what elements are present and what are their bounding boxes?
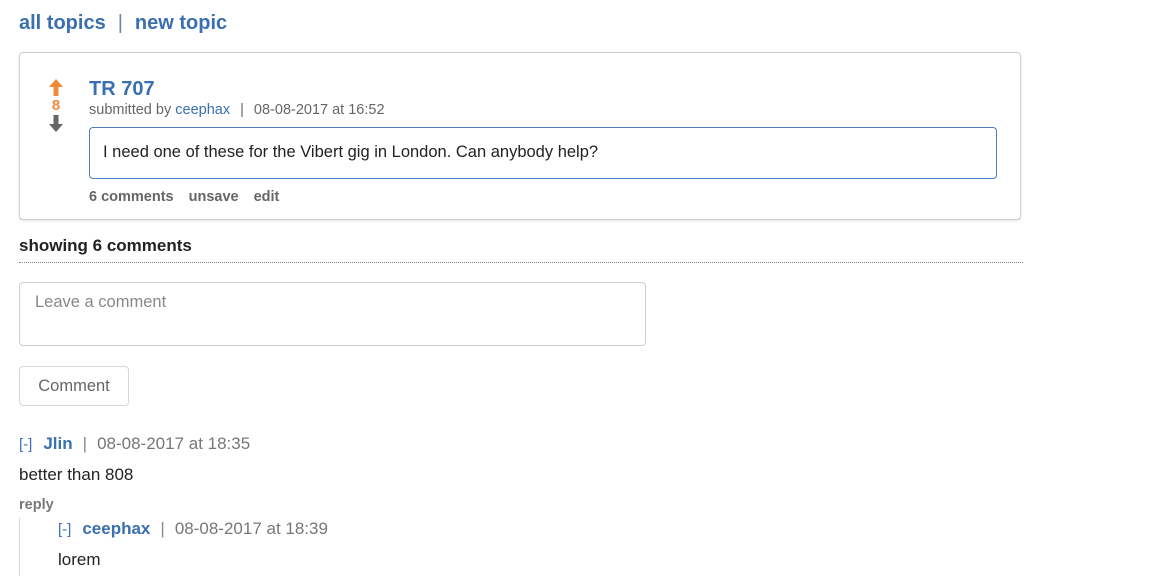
comment-text: better than 808 — [19, 465, 134, 484]
comment-separator: | — [82, 434, 88, 453]
collapse-toggle[interactable]: [-] — [58, 521, 71, 538]
collapse-toggle[interactable]: [-] — [19, 436, 32, 453]
comment: [-] Jlin | 08-08-2017 at 18:35 — [19, 434, 250, 454]
post-actions: 6 comments unsave edit — [89, 189, 279, 205]
comment: [-] ceephax | 08-08-2017 at 18:39 — [58, 519, 328, 539]
comment-text: lorem — [58, 550, 101, 569]
new-topic-link[interactable]: new topic — [135, 12, 227, 35]
nav-separator: | — [117, 12, 123, 34]
all-topics-link[interactable]: all topics — [19, 12, 106, 35]
comment-author-link[interactable]: ceephax — [82, 519, 150, 539]
meta-separator: | — [240, 102, 244, 118]
arrow-down-icon[interactable] — [49, 115, 63, 132]
comment-separator: | — [160, 519, 165, 538]
submitted-by-label: submitted by — [89, 102, 172, 118]
page: all topics | new topic 8 TR 707 submitte… — [0, 0, 1152, 576]
comment-input[interactable] — [19, 282, 646, 346]
top-nav: all topics | new topic — [19, 12, 227, 35]
comments-count-header: showing 6 comments — [19, 236, 1023, 263]
post-author-link[interactable]: ceephax — [175, 102, 230, 118]
post-meta: submitted by ceephax | 08-08-2017 at 16:… — [89, 102, 385, 118]
comment-timestamp: 08-08-2017 at 18:39 — [174, 519, 328, 538]
vote-widget: 8 — [46, 79, 66, 132]
comment-author-link[interactable]: Jlin — [43, 434, 72, 454]
comment-timestamp: 08-08-2017 at 18:35 — [97, 434, 251, 453]
post-card: 8 TR 707 submitted by ceephax | 08-08-20… — [19, 52, 1021, 220]
comments-count-link[interactable]: 6 comments — [89, 189, 174, 205]
comment-button[interactable]: Comment — [19, 366, 129, 406]
comment-header: [-] ceephax | 08-08-2017 at 18:39 — [58, 519, 328, 539]
post-body: I need one of these for the Vibert gig i… — [89, 127, 997, 179]
comment-header: [-] Jlin | 08-08-2017 at 18:35 — [19, 434, 250, 454]
edit-link[interactable]: edit — [254, 189, 280, 205]
thread-line — [19, 518, 20, 576]
unsave-link[interactable]: unsave — [189, 189, 239, 205]
post-title[interactable]: TR 707 — [89, 78, 155, 101]
vote-score: 8 — [51, 97, 61, 114]
arrow-up-icon[interactable] — [49, 79, 63, 96]
post-timestamp: 08-08-2017 at 16:52 — [253, 102, 385, 118]
reply-link[interactable]: reply — [19, 497, 54, 513]
